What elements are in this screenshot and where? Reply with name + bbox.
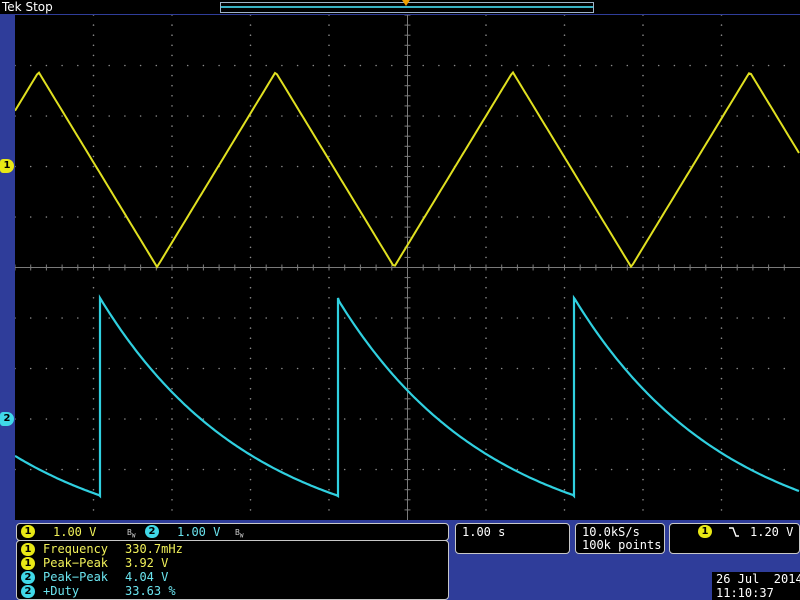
date-label: 26 Jul 2014 <box>716 572 800 586</box>
acquisition-state: Stop <box>25 0 53 14</box>
trigger-panel[interactable]: 1 1.20 V <box>669 523 800 554</box>
record-view-window <box>221 6 593 8</box>
record-length: 100k points <box>582 538 662 552</box>
brand-label: Tek <box>2 0 22 14</box>
measurement-row[interactable]: 2 Peak−Peak 4.04 V <box>21 570 168 584</box>
time-label: 11:10:37 <box>716 586 774 600</box>
oscilloscope-screen: Tek Stop 1 2 1 1.00 V BW 2 1.00 V BW 1 F… <box>0 0 800 600</box>
measurement-channel-badge: 2 <box>21 571 35 584</box>
measurement-row[interactable]: 1 Frequency 330.7mHz <box>21 542 183 556</box>
vertical-scale-panel[interactable]: 1 1.00 V BW 2 1.00 V BW <box>16 523 449 541</box>
channel-1-scale[interactable]: 1.00 V <box>53 525 96 539</box>
measurement-value: 4.04 V <box>125 570 169 584</box>
horizontal-scale-panel[interactable]: 1.00 s <box>455 523 570 554</box>
measurement-name: Peak−Peak <box>43 556 109 570</box>
channel-1-marker-label: 1 <box>3 160 11 171</box>
measurement-value: 330.7mHz <box>125 542 183 556</box>
measurement-value: 33.63 % <box>125 584 176 598</box>
acquisition-panel[interactable]: 10.0kS/s 100k points <box>575 523 665 554</box>
measurement-row[interactable]: 2 +Duty 33.63 % <box>21 584 176 598</box>
channel-2-badge[interactable]: 2 <box>145 525 159 538</box>
measurements-panel[interactable]: 1 Frequency 330.7mHz 1 Peak−Peak 3.92 V … <box>16 540 449 600</box>
measurement-name: Peak−Peak <box>43 570 109 584</box>
graticule <box>15 15 800 520</box>
trigger-source-badge[interactable]: 1 <box>698 525 712 538</box>
date-time: 26 Jul 2014 11:10:37 <box>712 572 800 600</box>
measurement-name: +Duty <box>43 584 80 598</box>
channel-1-badge[interactable]: 1 <box>21 525 35 538</box>
sample-rate: 10.0kS/s <box>582 525 640 539</box>
bandwidth-limit-icon: BW <box>127 528 136 540</box>
trigger-level[interactable]: 1.20 V <box>750 525 793 539</box>
status-bar: Tek Stop <box>0 0 800 14</box>
trigger-position-icon[interactable] <box>402 0 410 6</box>
measurement-value: 3.92 V <box>125 556 169 570</box>
measurement-channel-badge: 2 <box>21 585 35 598</box>
falling-edge-icon <box>729 527 739 537</box>
channel-2-marker-label: 2 <box>3 413 11 424</box>
measurement-name: Frequency <box>43 542 109 556</box>
measurement-row[interactable]: 1 Peak−Peak 3.92 V <box>21 556 168 570</box>
measurement-channel-badge: 1 <box>21 557 35 570</box>
channel-2-scale[interactable]: 1.00 V <box>177 525 220 539</box>
channel-1-ground-marker[interactable]: 1 <box>0 159 14 173</box>
bandwidth-limit-icon: BW <box>235 528 244 540</box>
channel-2-ground-marker[interactable]: 2 <box>0 412 14 426</box>
measurement-channel-badge: 1 <box>21 543 35 556</box>
status-text: Tek Stop <box>0 0 53 14</box>
time-per-division[interactable]: 1.00 s <box>462 525 505 539</box>
graticule-grid <box>15 15 800 520</box>
